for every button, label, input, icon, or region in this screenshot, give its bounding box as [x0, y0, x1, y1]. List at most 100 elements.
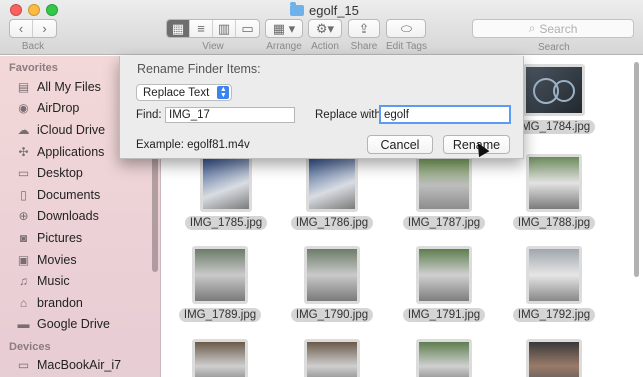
file-item[interactable]: IMG_1789.jpg — [170, 246, 270, 322]
camera-icon: ◙ — [19, 230, 28, 245]
zoom-window-button[interactable] — [46, 4, 58, 16]
file-item[interactable]: IMG_1785.jpg — [176, 154, 276, 230]
image-thumbnail — [200, 154, 252, 212]
list-icon: ≡ — [197, 21, 205, 36]
search-input[interactable]: ⌕ Search — [472, 19, 634, 38]
action-label: Action — [311, 41, 339, 52]
file-item[interactable] — [394, 339, 494, 377]
search-placeholder: Search — [539, 21, 578, 36]
share-group: ⇪ Share — [348, 19, 380, 52]
image-thumbnail — [416, 246, 472, 304]
tag-icon: ⬭ — [400, 20, 413, 36]
file-name: IMG_1786.jpg — [290, 216, 374, 230]
image-thumbnail — [416, 154, 472, 212]
applications-icon: ✣ — [18, 144, 29, 159]
search-icon: ⌕ — [528, 21, 536, 35]
devices-header: Devices — [9, 341, 51, 354]
arrange-button[interactable]: ▦ ▾ — [266, 20, 302, 37]
image-thumbnail — [526, 246, 582, 304]
window-title: egolf_15 — [290, 2, 359, 18]
file-item[interactable]: IMG_1786.jpg — [282, 154, 382, 230]
downloads-icon: ⊕ — [18, 209, 29, 224]
replace-label: Replace with: — [315, 109, 385, 121]
file-item[interactable] — [170, 339, 270, 377]
home-icon: ⌂ — [19, 295, 28, 310]
rename-mode-select[interactable]: Replace Text ▲ ▼ — [136, 84, 233, 101]
action-group: ⚙▾ Action — [308, 19, 342, 52]
file-name: IMG_1792.jpg — [512, 308, 596, 322]
edit-tags-button[interactable]: ⬭ — [387, 20, 425, 37]
sidebar-item-music[interactable]: ♫ Music — [0, 270, 160, 292]
file-name: IMG_1789.jpg — [178, 308, 262, 322]
sidebar-item-pictures[interactable]: ◙ Pictures — [0, 227, 160, 249]
file-item[interactable]: IMG_1790.jpg — [282, 246, 382, 322]
file-item[interactable]: IMG_1788.jpg — [504, 154, 604, 230]
image-thumbnail — [526, 154, 582, 212]
image-thumbnail — [306, 154, 358, 212]
forward-button[interactable]: › — [33, 20, 56, 37]
file-item[interactable] — [504, 339, 604, 377]
sidebar-item-movies[interactable]: ▣ Movies — [0, 249, 160, 271]
image-thumbnail — [304, 246, 360, 304]
replace-value: egolf — [384, 108, 409, 121]
action-button[interactable]: ⚙▾ — [309, 20, 341, 37]
image-thumbnail — [192, 339, 248, 377]
file-item[interactable]: IMG_1792.jpg — [504, 246, 604, 322]
share-icon: ⇪ — [358, 20, 370, 36]
documents-icon: ▯ — [20, 187, 27, 202]
sidebar-item-macbookair[interactable]: ▭ MacBookAir_i7 — [0, 354, 160, 376]
minimize-window-button[interactable] — [28, 4, 40, 16]
share-button[interactable]: ⇪ — [349, 20, 379, 37]
toolbar: egolf_15 ‹ › Back ▦ ≡ ▥ ▭ View ▦ ▾ Arran… — [0, 0, 643, 55]
image-thumbnail — [304, 339, 360, 377]
file-name: IMG_1784.jpg — [512, 120, 596, 134]
search-label: Search — [538, 42, 570, 53]
file-item[interactable]: IMG_1791.jpg — [394, 246, 494, 322]
laptop-icon: ▭ — [17, 357, 30, 372]
column-view-button[interactable]: ▥ — [213, 20, 236, 37]
arrange-group: ▦ ▾ Arrange — [265, 19, 303, 52]
sidebar-item-desktop[interactable]: ▭ Desktop — [0, 162, 160, 184]
image-thumbnail — [526, 339, 582, 377]
sidebar-item-brandon[interactable]: ⌂ brandon — [0, 292, 160, 314]
grid-icon: ▦ — [171, 20, 185, 36]
folder-icon — [290, 2, 304, 16]
icon-view-button[interactable]: ▦ — [167, 20, 190, 37]
arrange-label: Arrange — [266, 41, 302, 52]
image-thumbnail — [416, 339, 472, 377]
back-label: Back — [21, 41, 45, 52]
share-label: Share — [350, 41, 378, 52]
edit-tags-group: ⬭ Edit Tags — [386, 19, 427, 52]
find-label: Find: — [136, 109, 162, 121]
chevron-right-icon: › — [42, 21, 47, 36]
find-field[interactable]: IMG_17 — [165, 107, 295, 123]
list-view-button[interactable]: ≡ — [190, 20, 213, 37]
edit-tags-label: Edit Tags — [386, 41, 427, 52]
file-item[interactable]: IMG_1787.jpg — [394, 154, 494, 230]
cancel-button[interactable]: Cancel — [367, 135, 433, 154]
replace-field[interactable]: egolf — [379, 105, 511, 124]
airdrop-icon: ◉ — [18, 101, 29, 116]
file-name: IMG_1790.jpg — [290, 308, 374, 322]
sidebar-item-documents[interactable]: ▯ Documents — [0, 184, 160, 206]
image-thumbnail — [192, 246, 248, 304]
close-window-button[interactable] — [10, 4, 22, 16]
sidebar-item-downloads[interactable]: ⊕ Downloads — [0, 206, 160, 228]
coverflow-view-button[interactable]: ▭ — [236, 20, 259, 37]
music-icon: ♫ — [19, 274, 28, 289]
popup-arrows-icon: ▲ ▼ — [217, 86, 230, 99]
chevron-left-icon: ‹ — [18, 21, 24, 36]
find-value: IMG_17 — [169, 109, 210, 121]
view-label: View — [202, 41, 224, 52]
back-button[interactable]: ‹ — [10, 20, 33, 37]
folder-icon: ▬ — [17, 317, 30, 332]
window-controls — [10, 4, 58, 16]
example-text: Example: egolf81.m4v — [136, 139, 250, 151]
content-scrollbar[interactable] — [634, 62, 639, 277]
sidebar-item-google-drive[interactable]: ▬ Google Drive — [0, 314, 160, 336]
desktop-icon: ▭ — [17, 166, 30, 181]
image-thumbnail — [523, 64, 585, 116]
file-name: IMG_1791.jpg — [402, 308, 486, 322]
coverflow-icon: ▭ — [241, 20, 254, 36]
file-item[interactable] — [282, 339, 382, 377]
